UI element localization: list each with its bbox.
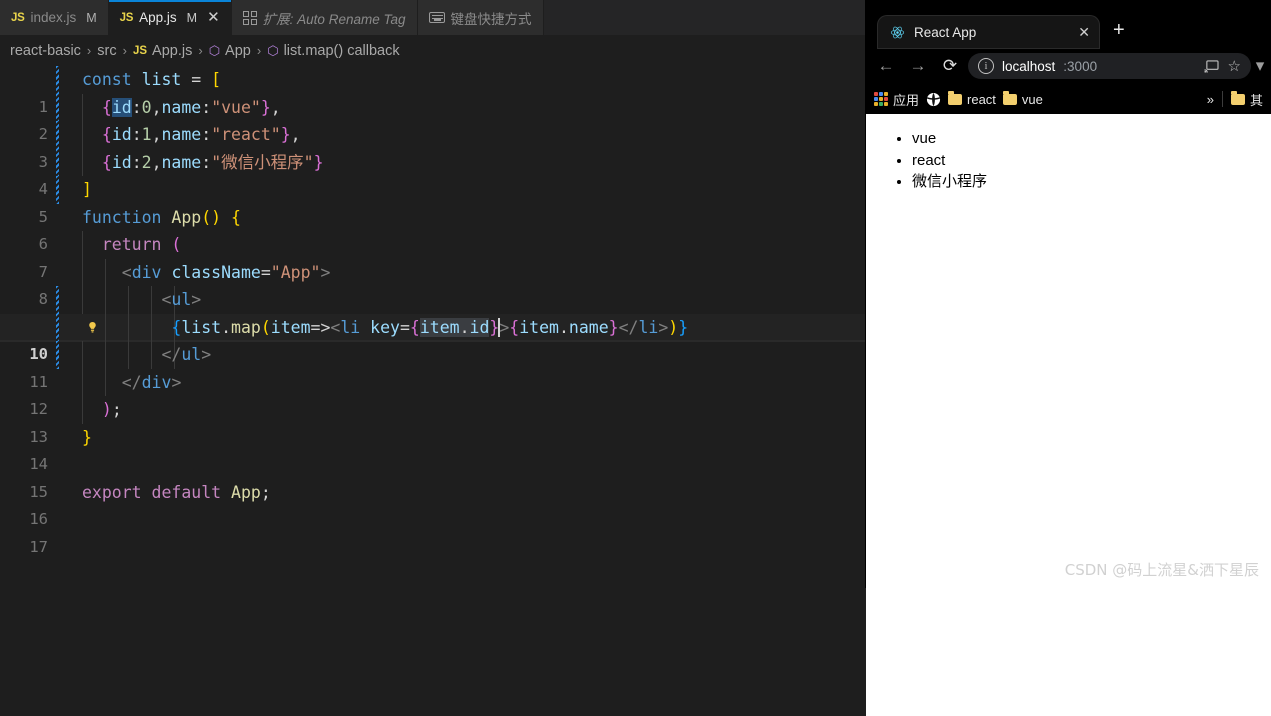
breadcrumb-item-listmap-callback[interactable]: list.map() callback (284, 43, 400, 59)
bookmark-label: 其 (1250, 90, 1263, 109)
chevron-right-icon: › (87, 43, 91, 58)
extensions-icon (243, 11, 257, 25)
modified-gutter-indicator (56, 121, 59, 149)
editor-tab-label: index.js (30, 10, 76, 25)
code-line-text: {id:0,name:"vue"}, (82, 94, 281, 122)
breadcrumb-item-react-basic[interactable]: react-basic (10, 43, 81, 59)
code-line-text: {id:2,name:"微信小程序"} (82, 149, 324, 177)
back-button[interactable]: ← (872, 52, 900, 80)
bookmark-vue[interactable]: vue (1003, 92, 1043, 107)
code-line-text: {list.map(item=><li key={item.id}>{item.… (82, 314, 688, 342)
folder-icon (948, 94, 962, 105)
list-item: vue (912, 128, 1271, 150)
breadcrumb-item-app[interactable]: App (225, 43, 251, 59)
watermark: CSDN @码上流星&洒下星辰 (1065, 559, 1259, 580)
browser-tab-strip: React App ✕ + (866, 16, 1271, 48)
modified-gutter-indicator (56, 94, 59, 122)
code-line-text: </ul> (82, 341, 211, 369)
chevron-right-icon: › (257, 43, 261, 58)
code-line-text: } (82, 424, 92, 452)
folder-icon (1231, 94, 1245, 105)
symbol-icon: ⬡ (209, 43, 220, 59)
bookmark-label: 应用 (893, 90, 919, 109)
browser-tab-title: React App (914, 25, 976, 40)
modified-gutter-indicator (56, 286, 59, 314)
code-line-text: export default App; (82, 479, 271, 507)
modified-gutter-indicator (56, 149, 59, 177)
close-icon[interactable]: ✕ (207, 10, 220, 25)
browser-menu-icon[interactable]: ▾ (1255, 52, 1265, 80)
site-info-icon[interactable]: i (978, 58, 994, 74)
editor-tab-keyboard-shortcuts[interactable]: 键盘快捷方式 (418, 0, 544, 35)
code-line-text: const list = [ (82, 66, 221, 94)
divider (1222, 91, 1223, 107)
cast-icon[interactable] (1204, 60, 1219, 73)
bookmark-label: react (967, 92, 996, 107)
browser-chrome: React App ✕ + ← → ⟳ i localhost :3000 ☆ (866, 0, 1271, 114)
editor-tab-app-js[interactable]: JS App.js M ✕ (109, 0, 232, 35)
list-item: react (912, 150, 1271, 172)
chevron-right-icon: › (123, 43, 127, 58)
list-item: 微信小程序 (912, 171, 1271, 193)
rendered-list: vue react 微信小程序 (866, 128, 1271, 193)
bookmarks-bar: 应用 react vue » (866, 84, 1271, 114)
bookmark-react[interactable]: react (948, 92, 996, 107)
editor-tab-extension-auto-rename-tag[interactable]: 扩展: Auto Rename Tag (232, 0, 418, 35)
code-line-text: ] (82, 176, 92, 204)
react-logo-icon (890, 25, 905, 40)
bookmarks-overflow: » 其 (1207, 90, 1263, 109)
globe-icon (926, 92, 941, 107)
code-line-text: <div className="App"> (82, 259, 330, 287)
editor-tab-index-js[interactable]: JS index.js M (0, 0, 109, 35)
url-port: :3000 (1063, 59, 1097, 74)
browser-window: React App ✕ + ← → ⟳ i localhost :3000 ☆ (866, 0, 1271, 588)
code-line-text: return ( (82, 231, 181, 259)
bookmark-apps[interactable]: 应用 (874, 90, 919, 109)
chevron-right-icon: › (198, 43, 202, 58)
page-viewport: vue react 微信小程序 (866, 114, 1271, 716)
code-line-text: ); (82, 396, 122, 424)
reload-button[interactable]: ⟳ (936, 52, 964, 80)
browser-toolbar: ← → ⟳ i localhost :3000 ☆ ▾ (866, 48, 1271, 84)
bookmark-star-icon[interactable]: ☆ (1228, 57, 1241, 75)
editor-tab-label: App.js (139, 10, 177, 25)
modified-gutter-indicator (56, 341, 59, 369)
modified-badge: M (86, 11, 96, 25)
symbol-icon: ⬡ (267, 43, 278, 59)
breadcrumb-item-app-js[interactable]: App.js (152, 43, 192, 59)
modified-gutter-indicator (56, 314, 59, 342)
apps-grid-icon (874, 92, 888, 106)
modified-gutter-indicator (56, 176, 59, 204)
breadcrumb-item-src[interactable]: src (97, 43, 116, 59)
js-file-icon: JS (11, 12, 24, 24)
url-host: localhost (1002, 59, 1055, 74)
code-line-text: function App() { (82, 204, 241, 232)
forward-button[interactable]: → (904, 52, 932, 80)
editor-tab-label: 键盘快捷方式 (451, 8, 532, 28)
bookmark-globe[interactable] (926, 92, 941, 107)
new-tab-button[interactable]: + (1099, 20, 1135, 44)
modified-badge: M (187, 11, 197, 25)
bookmark-label: vue (1022, 92, 1043, 107)
close-icon[interactable]: ✕ (1062, 24, 1090, 41)
code-line-text: <ul> (82, 286, 201, 314)
editor-tab-label: 扩展: Auto Rename Tag (263, 8, 406, 28)
folder-icon (1003, 94, 1017, 105)
keyboard-icon (429, 12, 445, 23)
code-line-active[interactable]: 10 {list.map(item=><li key={item.id}>{it… (0, 314, 867, 342)
bookmarks-overflow-button[interactable]: » (1207, 92, 1214, 107)
js-file-icon: JS (133, 45, 147, 57)
modified-gutter-indicator (56, 66, 59, 94)
line-number: 17 (0, 534, 48, 562)
bookmark-other[interactable]: 其 (1231, 90, 1263, 109)
browser-tab-react-app[interactable]: React App ✕ (878, 16, 1099, 48)
code-line-text: {id:1,name:"react"}, (82, 121, 301, 149)
address-bar[interactable]: i localhost :3000 ☆ (968, 53, 1251, 79)
js-file-icon: JS (120, 12, 133, 24)
code-line-text: </div> (82, 369, 181, 397)
omnibox-actions: ☆ (1204, 57, 1241, 75)
